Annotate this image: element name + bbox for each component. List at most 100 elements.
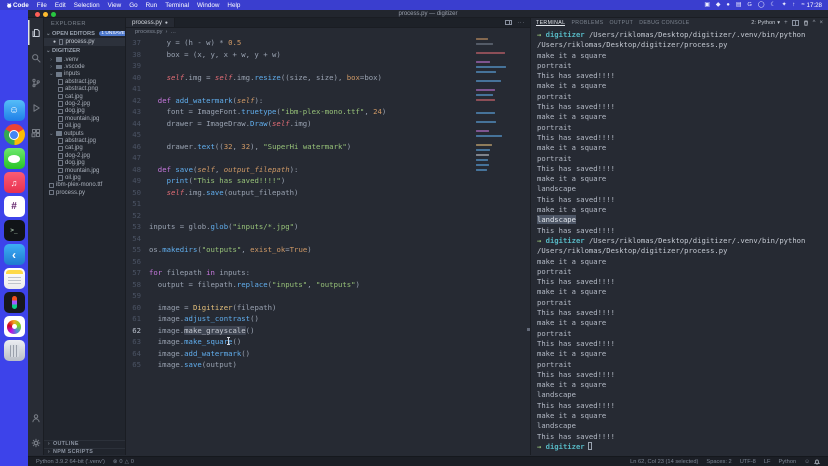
maximize-panel-icon[interactable]: ^ xyxy=(813,20,816,26)
code-line: 49 print("This has saved!!!!") xyxy=(126,175,530,187)
menu-code[interactable]: Code xyxy=(13,2,29,9)
eol[interactable]: LF xyxy=(764,459,771,465)
menu-view[interactable]: View xyxy=(108,2,122,9)
tree-item-mountain-jpg[interactable]: mountain.jpg xyxy=(44,167,125,174)
spotlight-icon[interactable]: ✦ xyxy=(782,2,787,8)
dock-trash-icon[interactable] xyxy=(4,340,25,361)
minimap[interactable] xyxy=(476,37,524,173)
window-titlebar[interactable]: process.py — digitizer xyxy=(28,10,828,18)
tree-item-mountain-jpg[interactable]: mountain.jpg xyxy=(44,115,125,122)
tree-item-dog-jpg[interactable]: dog.jpg xyxy=(44,159,125,166)
tree-item-abstract-jpg[interactable]: abstract.jpg xyxy=(44,137,125,144)
terminal-output[interactable]: → digitizer /Users/riklomas/Desktop/digi… xyxy=(531,28,828,455)
section-npm-scripts[interactable]: ›NPM SCRIPTS xyxy=(44,448,125,456)
search-icon[interactable] xyxy=(28,45,44,70)
dock-vscode-icon[interactable] xyxy=(4,244,25,265)
dock-finder-icon[interactable] xyxy=(4,100,25,121)
circle-status-icon[interactable]: ◯ xyxy=(758,2,765,8)
panel-tab-debug-console[interactable]: DEBUG CONSOLE xyxy=(639,20,689,26)
notifications-bell-icon[interactable] xyxy=(814,459,820,465)
moon-icon[interactable]: ☾ xyxy=(770,2,775,8)
tree-item-dog-2-jpg[interactable]: dog-2.jpg xyxy=(44,100,125,107)
cursor-position[interactable]: Ln 62, Col 23 (14 selected) xyxy=(630,459,698,465)
run-and-debug-icon[interactable] xyxy=(28,95,44,120)
menu-terminal[interactable]: Terminal xyxy=(165,2,189,9)
wifi-icon[interactable]: ≈ xyxy=(801,2,804,8)
menu-window[interactable]: Window xyxy=(197,2,219,9)
menu-run[interactable]: Run xyxy=(146,2,158,9)
dock-music-icon[interactable] xyxy=(4,172,25,193)
tree-item--vscode[interactable]: ›.vscode xyxy=(44,63,125,70)
dock-photos-icon[interactable] xyxy=(4,316,25,337)
python-interpreter[interactable]: Python 3.9.2 64-bit ('.venv') xyxy=(36,459,105,465)
explorer-icon[interactable] xyxy=(28,20,44,45)
dock-figma-icon[interactable] xyxy=(4,292,25,313)
dock-terminal-icon[interactable] xyxy=(4,220,25,241)
panel-tab-terminal[interactable]: TERMINAL xyxy=(536,20,565,26)
panel-tab-problems[interactable]: PROBLEMS xyxy=(571,20,603,26)
tree-item-abstract-png[interactable]: abstract.png xyxy=(44,86,125,93)
tree-item-process-py[interactable]: process.py xyxy=(44,189,125,196)
modified-dot-icon: ● xyxy=(165,20,168,26)
account-icon[interactable] xyxy=(28,405,44,430)
dock-slack-icon[interactable] xyxy=(4,196,25,217)
source-control-icon[interactable] xyxy=(28,70,44,95)
panel-tab-output[interactable]: OUTPUT xyxy=(609,20,633,26)
maximize-window-button[interactable] xyxy=(51,12,56,17)
dropbox-icon[interactable]: ◆ xyxy=(716,2,720,8)
tab-process-py[interactable]: process.py ● xyxy=(126,18,175,27)
code-text: image.adjust_contrast() xyxy=(149,313,259,325)
section-outline[interactable]: ›OUTLINE xyxy=(44,440,125,448)
indentation[interactable]: Spaces: 2 xyxy=(706,459,731,465)
menu-file[interactable]: File xyxy=(37,2,47,9)
tree-item--venv[interactable]: ›.venv xyxy=(44,56,125,63)
workspace-header[interactable]: ⌄ DIGITIZER xyxy=(44,46,125,55)
close-panel-icon[interactable]: × xyxy=(819,20,823,26)
open-editors-header[interactable]: ⌄ OPEN EDITORS 1 UNSAVED xyxy=(44,29,125,38)
extensions-icon[interactable] xyxy=(28,120,44,145)
split-editor-icon[interactable] xyxy=(505,20,512,26)
breadcrumb-file[interactable]: process.py xyxy=(135,29,163,35)
tree-item-oil-jpg[interactable]: oil.jpg xyxy=(44,123,125,130)
tree-item-oil-jpg[interactable]: oil.jpg xyxy=(44,174,125,181)
more-actions-icon[interactable]: ··· xyxy=(517,20,525,26)
tree-item-cat-jpg[interactable]: cat.jpg xyxy=(44,93,125,100)
tree-item-inputs[interactable]: ⌄inputs xyxy=(44,71,125,78)
upload-icon[interactable]: ↑ xyxy=(792,2,795,8)
kill-terminal-icon[interactable] xyxy=(803,20,809,26)
menu-go[interactable]: Go xyxy=(129,2,137,9)
record-dot-icon[interactable]: ● xyxy=(726,2,730,8)
terminal-selector[interactable]: 2: Python ▾ xyxy=(751,20,780,26)
feedback-smiley-icon[interactable]: ☺ xyxy=(804,459,810,465)
google-account-icon[interactable]: G xyxy=(747,2,752,8)
menu-edit[interactable]: Edit xyxy=(55,2,66,9)
battery-icon[interactable]: ▤ xyxy=(736,2,741,8)
chevron-down-icon: ⌄ xyxy=(46,48,50,54)
screen-mirroring-icon[interactable]: ▣ xyxy=(704,2,709,8)
tree-item-dog-jpg[interactable]: dog.jpg xyxy=(44,108,125,115)
dock-messages-icon[interactable] xyxy=(4,148,25,169)
close-window-button[interactable] xyxy=(35,12,40,17)
apple-logo-icon[interactable] xyxy=(6,2,13,9)
dock-chrome-icon[interactable] xyxy=(4,124,25,145)
tree-item-ibm-plex-mono-ttf[interactable]: ibm-plex-mono.ttf xyxy=(44,182,125,189)
dock-notes-icon[interactable] xyxy=(4,268,25,289)
open-editor-process-py[interactable]: ● process.py xyxy=(44,38,125,46)
breadcrumb[interactable]: process.py › … xyxy=(126,28,530,35)
settings-gear-icon[interactable] xyxy=(28,430,44,455)
tree-item-cat-jpg[interactable]: cat.jpg xyxy=(44,145,125,152)
menu-help[interactable]: Help xyxy=(227,2,240,9)
code-area[interactable]: 37 y = (h - w) * 0.538 box = (x, y, x + … xyxy=(126,35,530,455)
tree-item-outputs[interactable]: ⌄outputs xyxy=(44,130,125,137)
new-terminal-icon[interactable]: + xyxy=(784,20,788,26)
problems-status[interactable]: ⊗ 0 △ 0 xyxy=(113,459,134,465)
menubar-clock[interactable]: 17:28 xyxy=(807,2,822,9)
language-mode[interactable]: Python xyxy=(778,459,796,465)
menu-selection[interactable]: Selection xyxy=(74,2,100,9)
encoding[interactable]: UTF-8 xyxy=(740,459,756,465)
split-terminal-icon[interactable] xyxy=(792,20,799,26)
tree-item-dog-2-jpg[interactable]: dog-2.jpg xyxy=(44,152,125,159)
terminal-output-line: landscape xyxy=(537,184,828,194)
tree-item-abstract-jpg[interactable]: abstract.jpg xyxy=(44,78,125,85)
minimize-window-button[interactable] xyxy=(43,12,48,17)
